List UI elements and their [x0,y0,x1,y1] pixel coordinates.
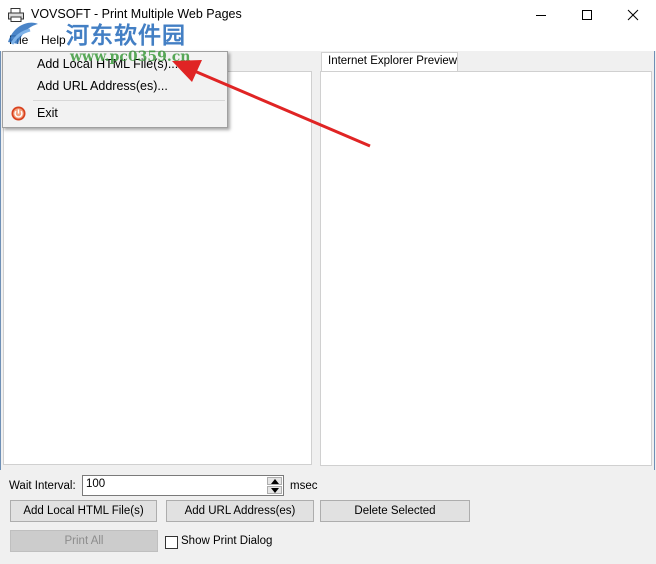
maximize-icon [582,10,592,20]
wait-interval-value: 100 [86,478,106,490]
tab-label: Internet Explorer Preview [328,55,458,67]
spin-up-button[interactable] [267,477,282,485]
minimize-button[interactable] [518,0,564,30]
chevron-up-icon [271,479,279,484]
maximize-button[interactable] [564,0,610,30]
watermark-url: www.pc0359.cn [70,49,191,65]
wait-interval-label: Wait Interval: [9,480,76,492]
tab-ie-preview[interactable]: Internet Explorer Preview [321,52,458,72]
menu-item-label: Add URL Address(es)... [37,79,168,93]
panel-splitter[interactable] [313,56,318,466]
add-local-html-button[interactable]: Add Local HTML File(s) [10,500,157,522]
watermark-text: 河东软件园 [66,22,186,49]
show-print-dialog-checkbox[interactable] [165,536,178,549]
menu-item-label: Exit [37,106,58,120]
chevron-down-icon [271,488,279,493]
file-list-panel[interactable] [3,71,312,465]
menu-separator [33,100,225,101]
menu-item-add-url[interactable]: Add URL Address(es)... [5,76,225,98]
menu-item-exit[interactable]: Exit [5,103,225,125]
wait-interval-input[interactable]: 100 [82,475,284,496]
spin-down-button[interactable] [267,486,282,494]
watermark-logo [8,22,38,45]
delete-selected-button[interactable]: Delete Selected [320,500,470,522]
print-all-button[interactable]: Print All [10,530,158,552]
ie-preview-panel [320,71,652,466]
wait-interval-spinner[interactable] [267,477,282,494]
close-icon [627,9,639,21]
show-print-dialog-label[interactable]: Show Print Dialog [181,535,272,547]
menu-help[interactable]: Help [41,33,66,47]
msec-label: msec [290,480,318,492]
minimize-icon [536,15,546,16]
exit-power-icon [11,106,26,121]
close-button[interactable] [610,0,656,30]
add-url-address-button[interactable]: Add URL Address(es) [166,500,314,522]
